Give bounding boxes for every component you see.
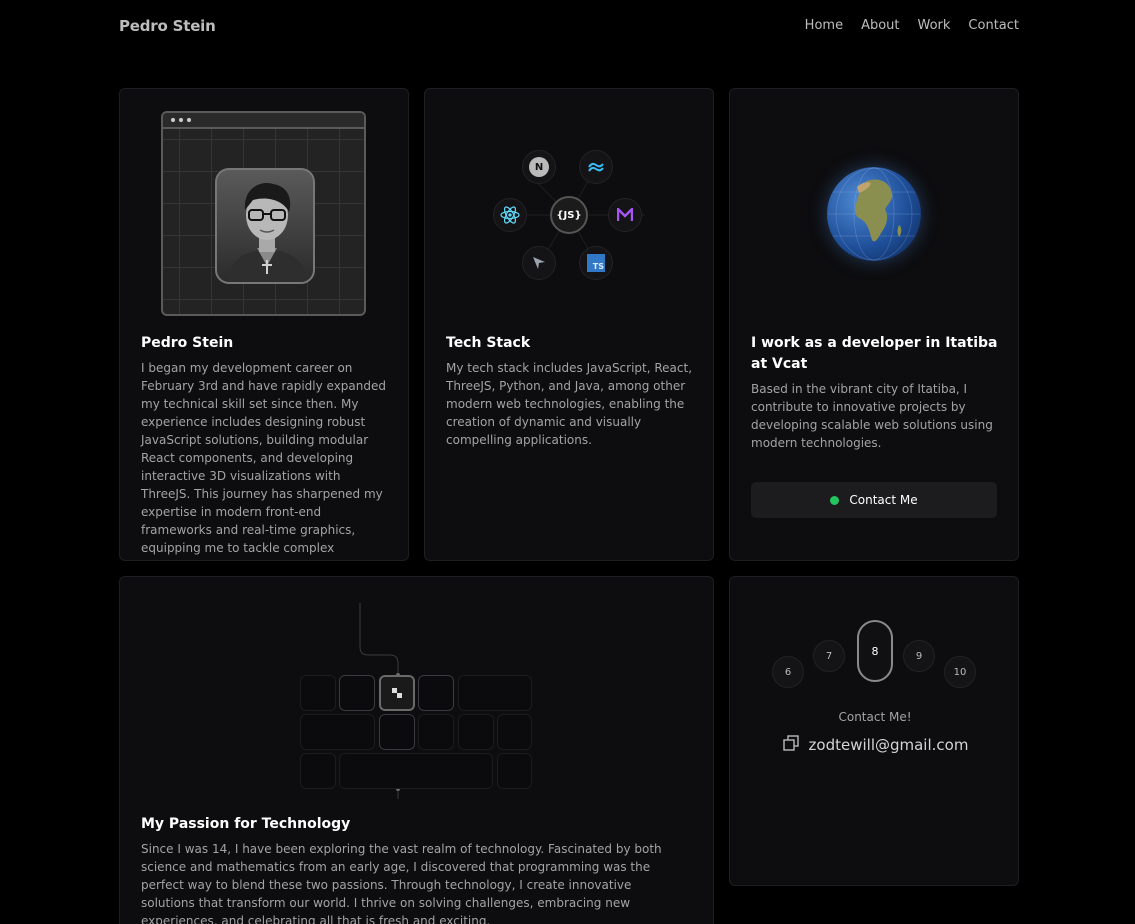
keyboard-key [300,675,336,711]
react-icon [493,198,527,232]
keyboard-key [418,714,454,750]
keyboard-key [379,714,415,750]
nav-links: Home About Work Contact [805,18,1019,33]
globe-icon [827,167,921,261]
passion-description: Since I was 14, I have been exploring th… [141,842,662,924]
window-dot [179,118,183,122]
keyboard-key-highlighted [379,675,415,711]
nextjs-icon: N [522,150,556,184]
top-nav: Pedro Stein Home About Work Contact [0,0,1135,52]
keyboard-key [300,714,375,750]
contact-label: Contact Me! [838,710,912,724]
keyboard-key [458,675,532,711]
profile-description: I began my development career on Februar… [141,361,386,560]
keyboard-key [497,714,532,750]
location-title: I work as a developer in Itatiba at Vcat [751,335,998,372]
window-title-bar [163,113,364,129]
nav-link-about[interactable]: About [861,18,899,33]
window-dot [187,118,191,122]
tech-stack-title: Tech Stack [446,335,531,351]
avatar [215,168,315,284]
keyboard-spacebar [339,753,493,789]
typescript-icon: TS [579,246,613,280]
location-description: Based in the vibrant city of Itatiba, I … [751,382,993,450]
number-dial-item: 10 [944,656,976,688]
profile-title: Pedro Stein [141,335,234,351]
passion-title: My Passion for Technology [141,816,351,832]
nav-link-work[interactable]: Work [918,18,951,33]
keyboard-key [300,753,336,789]
status-dot [830,495,840,505]
keyboard-key [497,753,532,789]
number-dial-selected[interactable]: 8 [857,620,893,682]
tailwind-icon [579,150,613,184]
keyboard-illustration [298,599,538,799]
keyboard-key [339,675,375,711]
email-row[interactable]: zodtewill@gmail.com [730,734,1018,756]
tech-stack-description: My tech stack includes JavaScript, React… [446,361,693,447]
javascript-icon: {JS} [550,196,588,234]
contact-me-button[interactable]: Contact Me [751,482,997,518]
passion-card: My Passion for Technology Since I was 14… [119,576,714,924]
email-address[interactable]: zodtewill@gmail.com [809,736,969,754]
contact-card: 6 7 8 9 10 Contact Me! zodtewill@gmail.c… [729,576,1019,886]
keyboard-key [458,714,494,750]
copy-icon[interactable] [782,734,800,756]
tech-stack-orbit: N {JS} TS [493,145,645,285]
brand-logo[interactable]: Pedro Stein [119,17,216,35]
number-dial-item: 6 [772,656,804,688]
framer-icon [608,198,642,232]
nav-link-contact[interactable]: Contact [968,18,1019,33]
profile-window-illustration [161,111,366,316]
nav-link-home[interactable]: Home [805,18,843,33]
profile-card: Pedro Stein I began my development caree… [119,88,409,561]
keyboard-key [418,675,454,711]
tech-stack-card: N {JS} TS Tech Stack My tech stack inclu… [424,88,714,561]
window-dot [171,118,175,122]
contact-me-label: Contact Me [849,493,918,507]
vite-icon [522,246,556,280]
location-card: I work as a developer in Itatiba at Vcat… [729,88,1019,561]
number-dial-item: 9 [903,640,935,672]
number-dial-item: 7 [813,640,845,672]
